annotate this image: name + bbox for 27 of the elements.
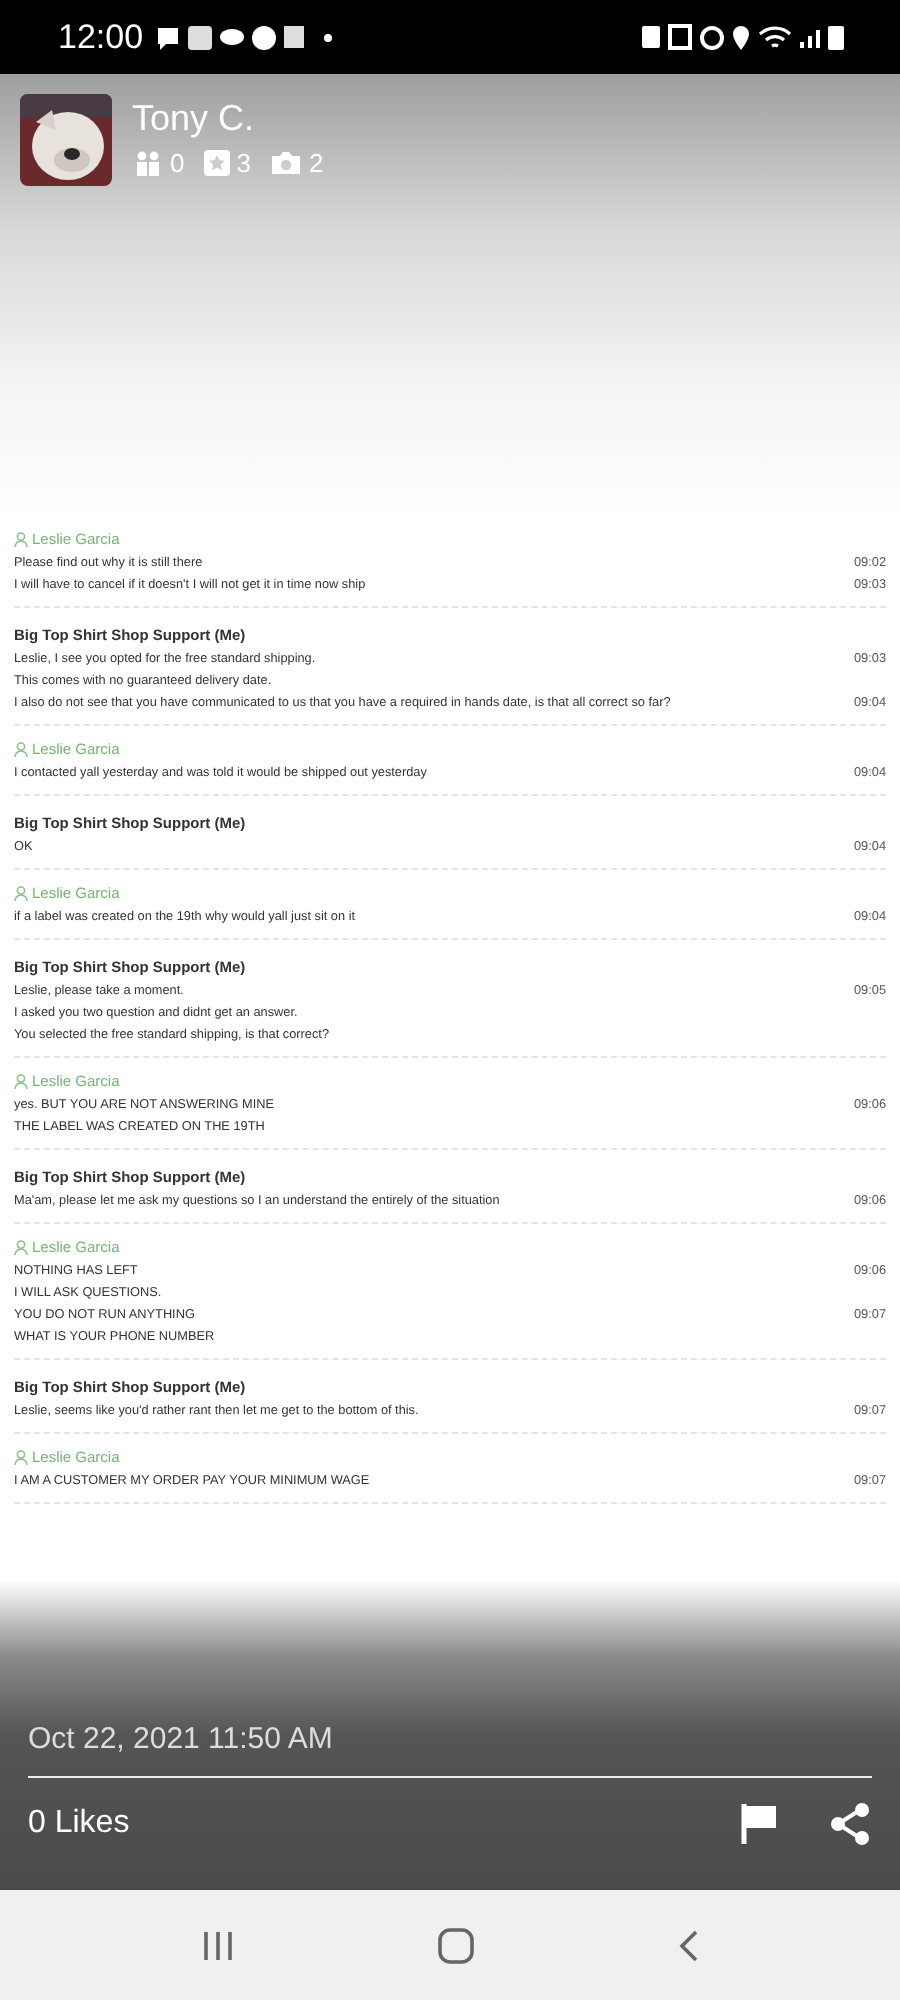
user-icon [14, 1239, 28, 1255]
camera-icon [270, 150, 303, 176]
post-date: Oct 22, 2021 11:50 AM [28, 1722, 872, 1778]
location-icon [732, 25, 750, 49]
dot-icon [323, 33, 332, 41]
status-time: 12:00 [58, 17, 144, 57]
people-icon [132, 150, 164, 176]
user-icon [14, 741, 28, 757]
message-icon [155, 25, 180, 49]
user-icon [14, 885, 28, 901]
likes-count[interactable]: 0 Likes [28, 1806, 692, 1842]
profile-name: Tony C. [132, 98, 257, 140]
share-icon[interactable] [828, 1802, 872, 1846]
home-icon[interactable] [436, 1925, 476, 1965]
stat-count: 0 [170, 148, 185, 178]
recent-apps-icon[interactable] [200, 1929, 236, 1961]
star-icon [204, 150, 231, 176]
stat-count: 2 [308, 148, 324, 178]
user-icon [14, 1449, 28, 1465]
wifi-icon [758, 26, 792, 48]
back-icon[interactable] [676, 1927, 700, 1963]
stat-count: 3 [236, 148, 251, 178]
battery-icon [828, 25, 844, 49]
flag-icon[interactable] [740, 1802, 780, 1846]
signal-icon [800, 27, 820, 47]
user-icon [14, 531, 28, 547]
user-icon [14, 1073, 28, 1089]
